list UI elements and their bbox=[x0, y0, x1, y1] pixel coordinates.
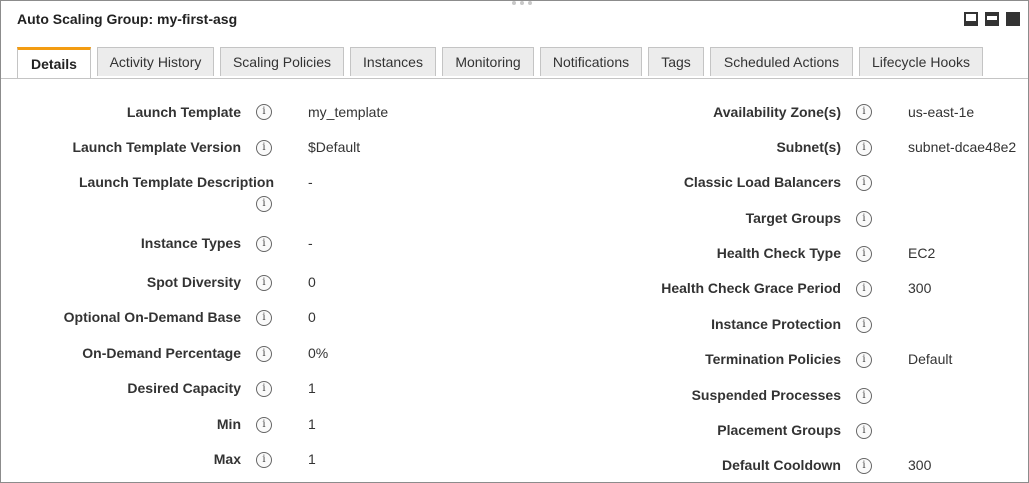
field-label: Suspended Processes bbox=[691, 387, 841, 403]
field-label: Placement Groups bbox=[717, 422, 841, 438]
info-icon[interactable]: i bbox=[256, 236, 272, 252]
tab-scaling-policies[interactable]: Scaling Policies bbox=[220, 47, 344, 76]
info-icon[interactable]: i bbox=[256, 196, 272, 212]
auto-scaling-group-panel: Auto Scaling Group: my-first-asg Details… bbox=[0, 0, 1029, 483]
field-label: Instance Types bbox=[140, 235, 241, 251]
info-icon[interactable]: i bbox=[856, 175, 872, 191]
field-value: 1 bbox=[308, 380, 316, 396]
tab-details[interactable]: Details bbox=[17, 47, 91, 78]
field-value: subnet-dcae48e2 bbox=[908, 139, 1017, 155]
field-label: Health Check Grace Period bbox=[661, 280, 841, 296]
field-value: Default bbox=[908, 351, 953, 367]
maximize-view-icon[interactable] bbox=[1006, 12, 1020, 26]
field-value: 1 bbox=[308, 451, 316, 467]
field-value: EC2 bbox=[908, 245, 936, 261]
panel-title: Auto Scaling Group: my-first-asg bbox=[17, 11, 238, 27]
field-value: $Default bbox=[308, 139, 361, 155]
info-icon[interactable]: i bbox=[256, 452, 272, 468]
info-icon[interactable]: i bbox=[856, 246, 872, 262]
info-icon[interactable]: i bbox=[856, 388, 872, 404]
info-icon[interactable]: i bbox=[856, 423, 872, 439]
field-label: Optional On-Demand Base bbox=[63, 309, 241, 325]
tab-lifecycle-hooks[interactable]: Lifecycle Hooks bbox=[859, 47, 983, 76]
view-toggle-group bbox=[964, 12, 1020, 26]
field-label: Classic Load Balancers bbox=[683, 174, 841, 190]
field-label: Spot Diversity bbox=[146, 274, 241, 290]
field-label: Subnet(s) bbox=[776, 139, 841, 155]
info-icon[interactable]: i bbox=[256, 346, 272, 362]
field-label: Default Cooldown bbox=[722, 457, 841, 473]
field-value: us-east-1e bbox=[908, 104, 975, 120]
field-label: Availability Zone(s) bbox=[713, 104, 841, 120]
field-value: 0% bbox=[308, 345, 329, 361]
field-value: 300 bbox=[908, 457, 932, 473]
field-value: 300 bbox=[908, 280, 932, 296]
field-value: 1 bbox=[308, 416, 316, 432]
info-icon[interactable]: i bbox=[256, 417, 272, 433]
field-label: Desired Capacity bbox=[127, 380, 241, 396]
info-icon[interactable]: i bbox=[256, 140, 272, 156]
field-label: Launch Template bbox=[126, 104, 241, 120]
info-icon[interactable]: i bbox=[856, 281, 872, 297]
field-label: Termination Policies bbox=[705, 351, 841, 367]
field-label: On-Demand Percentage bbox=[82, 345, 241, 361]
field-value: 0 bbox=[308, 309, 316, 325]
tab-tags[interactable]: Tags bbox=[648, 47, 704, 76]
field-label: Max bbox=[213, 451, 241, 467]
tab-scheduled-actions[interactable]: Scheduled Actions bbox=[710, 47, 853, 76]
info-icon[interactable]: i bbox=[856, 211, 872, 227]
info-icon[interactable]: i bbox=[856, 317, 872, 333]
info-icon[interactable]: i bbox=[256, 104, 272, 120]
info-icon[interactable]: i bbox=[856, 140, 872, 156]
info-icon[interactable]: i bbox=[856, 104, 872, 120]
info-icon[interactable]: i bbox=[856, 458, 872, 474]
info-icon[interactable]: i bbox=[256, 275, 272, 291]
tab-notifications[interactable]: Notifications bbox=[540, 47, 642, 76]
field-value: - bbox=[308, 174, 313, 190]
tab-monitoring[interactable]: Monitoring bbox=[442, 47, 534, 76]
field-value: my_template bbox=[308, 104, 389, 120]
tab-bar: Details Activity History Scaling Policie… bbox=[1, 47, 1028, 79]
field-label: Min bbox=[216, 416, 241, 432]
field-label: Target Groups bbox=[745, 210, 841, 226]
tab-activity-history[interactable]: Activity History bbox=[97, 47, 214, 76]
field-label: Launch Template Version bbox=[72, 139, 241, 155]
field-value: 0 bbox=[308, 274, 316, 290]
info-icon[interactable]: i bbox=[856, 352, 872, 368]
info-icon[interactable]: i bbox=[256, 381, 272, 397]
split-view-middle-icon[interactable] bbox=[985, 12, 999, 26]
info-icon[interactable]: i bbox=[256, 310, 272, 326]
field-label: Launch Template Description bbox=[79, 174, 274, 190]
field-label: Instance Protection bbox=[711, 316, 841, 332]
resize-grip-icon[interactable] bbox=[512, 1, 532, 5]
field-value: - bbox=[308, 235, 313, 251]
split-view-top-icon[interactable] bbox=[964, 12, 978, 26]
field-label: Health Check Type bbox=[716, 245, 841, 261]
tab-instances[interactable]: Instances bbox=[350, 47, 436, 76]
